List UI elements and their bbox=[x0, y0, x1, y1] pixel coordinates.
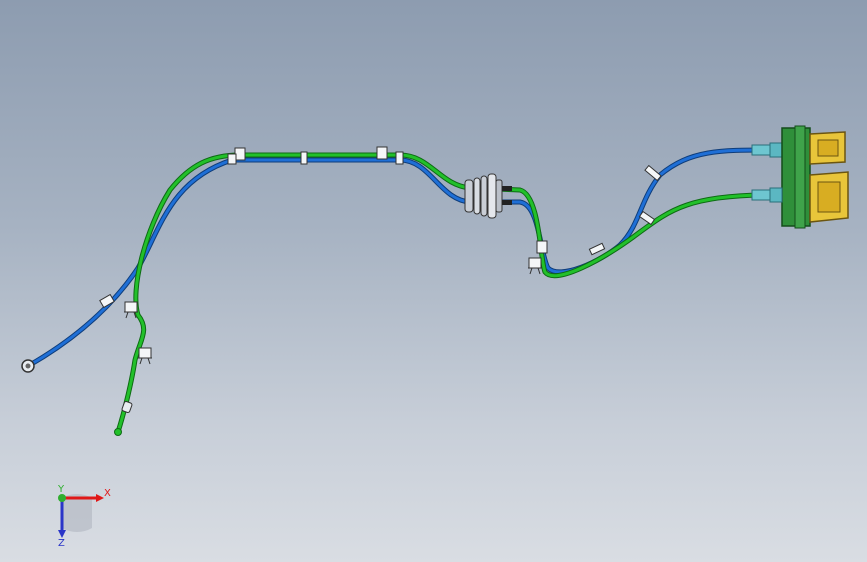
y-axis-label: Y bbox=[57, 484, 65, 495]
clip-top-3[interactable] bbox=[376, 146, 388, 160]
clip-right-1[interactable] bbox=[588, 242, 606, 256]
y-axis-dot bbox=[58, 494, 66, 502]
cable-harness-model[interactable]: X Y Z bbox=[0, 0, 867, 562]
green-cable-core bbox=[116, 153, 772, 434]
ring-terminal[interactable] bbox=[21, 359, 35, 373]
green-cable[interactable] bbox=[115, 152, 773, 435]
clip-right-2[interactable] bbox=[638, 210, 656, 226]
z-axis-label: Z bbox=[58, 538, 65, 549]
clip-left-3[interactable] bbox=[138, 347, 152, 365]
clip-top-2[interactable] bbox=[300, 151, 308, 165]
grommet[interactable] bbox=[464, 173, 512, 219]
clip-top-4[interactable] bbox=[395, 151, 404, 165]
clip-left-1[interactable] bbox=[99, 293, 115, 309]
3d-viewport[interactable]: X Y Z bbox=[0, 0, 867, 562]
green-cable-outline bbox=[115, 152, 773, 435]
axis-triad: X Y Z bbox=[57, 484, 111, 549]
x-axis-label: X bbox=[104, 488, 111, 499]
